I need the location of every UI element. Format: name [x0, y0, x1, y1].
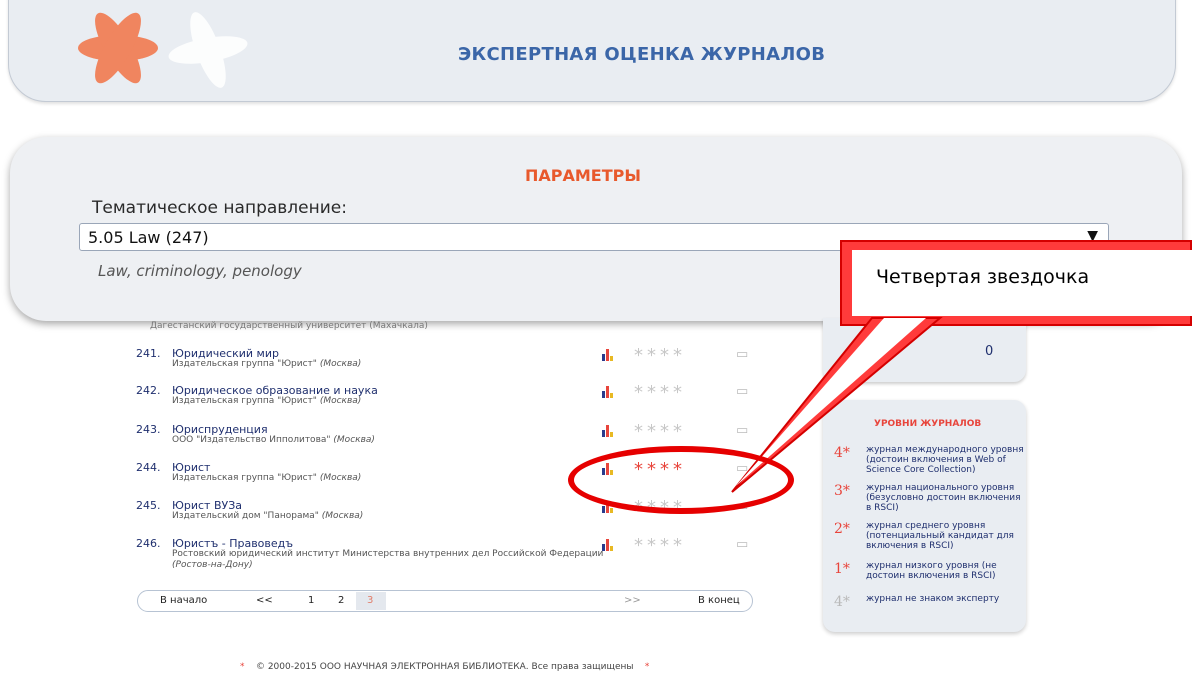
callout-text: Четвертая звездочка	[876, 266, 1090, 288]
highlight-ellipse	[568, 446, 794, 514]
callout-arrow	[731, 317, 943, 493]
